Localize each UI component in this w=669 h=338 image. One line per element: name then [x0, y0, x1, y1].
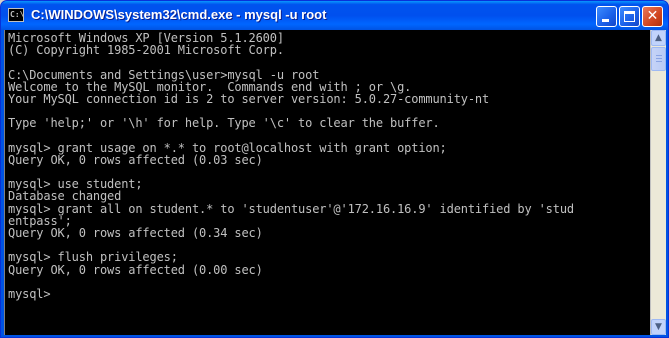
title-buttons: ✕ — [596, 6, 663, 27]
console-line: Your MySQL connection id is 2 to server … — [8, 91, 490, 106]
console-line: C:\Documents and Settings\user>mysql -u … — [8, 67, 320, 82]
scroll-down-icon: ▼ — [655, 322, 662, 332]
thumb-grip — [656, 55, 662, 56]
console-line: mysql> flush privileges; — [8, 250, 178, 265]
title-bar[interactable]: C:\ C:\WINDOWS\system32\cmd.exe - mysql … — [1, 1, 668, 30]
console-output: Microsoft Windows XP [Version 5.1.2600](… — [8, 32, 648, 332]
scroll-down-button[interactable]: ▼ — [651, 319, 666, 335]
scroll-up-button[interactable]: ▲ — [651, 30, 666, 46]
console-line: Query OK, 0 rows affected (0.03 sec) — [8, 152, 263, 167]
console-line: Database changed — [8, 189, 122, 204]
close-icon: ✕ — [646, 8, 659, 24]
minimize-button[interactable] — [596, 6, 617, 27]
console-line: mysql> grant all on student.* to 'studen… — [8, 201, 574, 216]
cmd-prompt-icon[interactable]: C:\ — [8, 8, 24, 22]
cmd-window: C:\ C:\WINDOWS\system32\cmd.exe - mysql … — [0, 0, 669, 338]
console-line: (C) Copyright 1985-2001 Microsoft Corp. — [8, 43, 284, 58]
console-line: Query OK, 0 rows affected (0.34 sec) — [8, 226, 263, 240]
scroll-thumb[interactable] — [651, 47, 666, 71]
maximize-button[interactable] — [619, 6, 640, 27]
window-title: C:\WINDOWS\system32\cmd.exe - mysql -u r… — [31, 7, 327, 22]
console-area[interactable]: Microsoft Windows XP [Version 5.1.2600](… — [4, 30, 666, 335]
console-line: Type 'help;' or '\h' for help. Type '\c'… — [8, 116, 440, 131]
minimize-icon — [602, 19, 609, 22]
console-line: Query OK, 0 rows affected (0.00 sec) — [8, 262, 263, 277]
thumb-grip — [656, 58, 662, 59]
cmd-prompt-icon-text: C:\ — [10, 10, 24, 19]
console-line: mysql> — [8, 286, 51, 301]
vertical-scrollbar[interactable]: ▲ ▼ — [650, 30, 666, 335]
maximize-icon — [624, 11, 635, 22]
thumb-grip — [656, 61, 662, 62]
scroll-up-icon: ▲ — [655, 33, 662, 43]
close-button[interactable]: ✕ — [642, 6, 663, 27]
